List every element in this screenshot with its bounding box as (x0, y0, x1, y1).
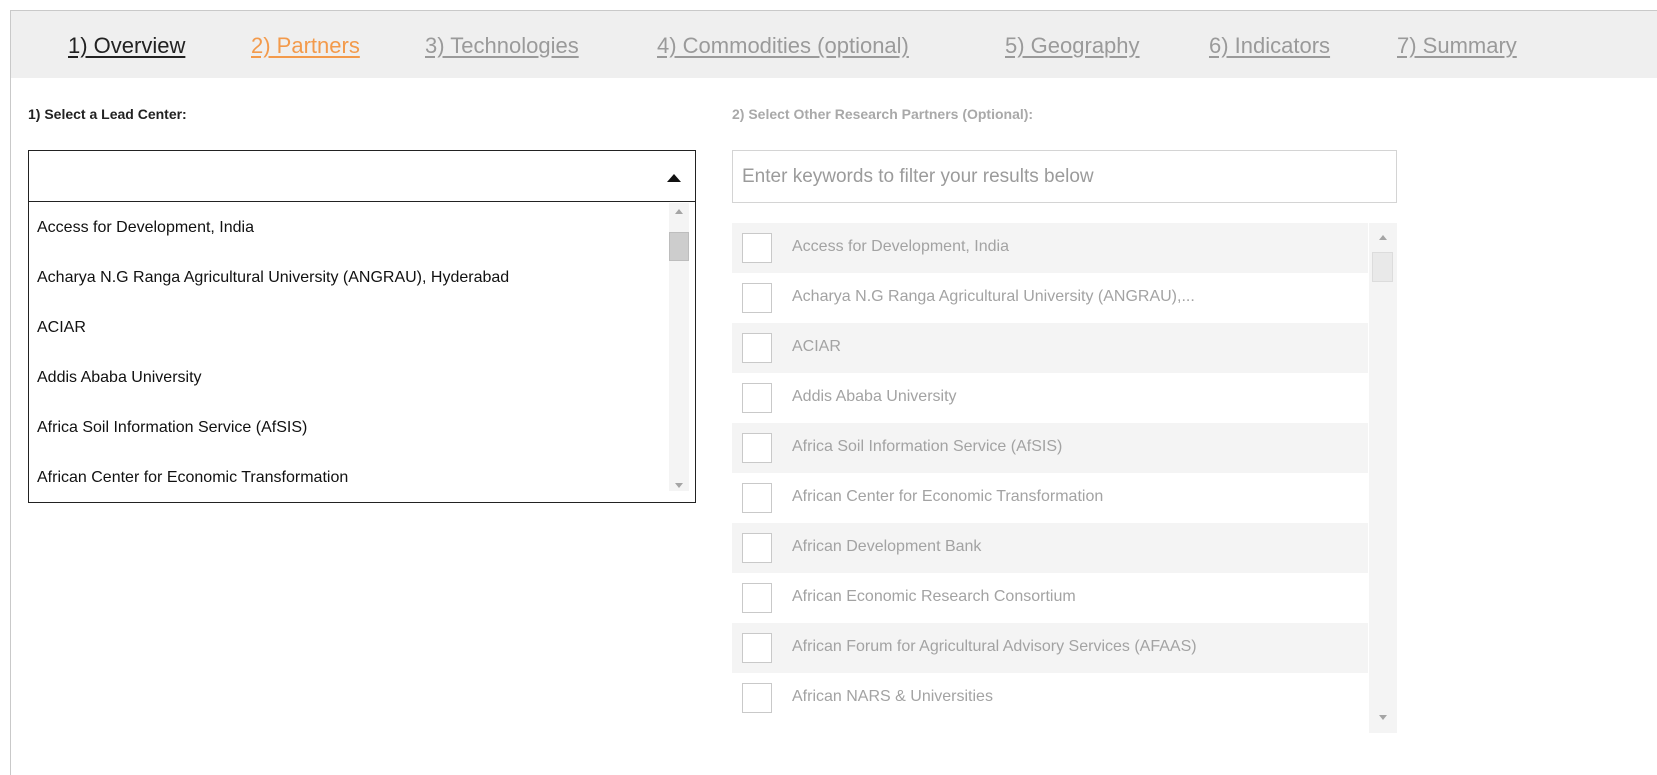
partner-row[interactable]: African Forum for Agricultural Advisory … (732, 623, 1368, 673)
partner-row[interactable]: African Economic Research Consortium (732, 573, 1368, 623)
lead-center-scrollbar[interactable] (669, 203, 689, 491)
tab-commodities[interactable]: 4) Commodities (optional) (657, 33, 909, 59)
partner-row[interactable]: African Development Bank (732, 523, 1368, 573)
caret-up-icon[interactable] (667, 174, 681, 182)
tab-partners[interactable]: 2) Partners (251, 33, 360, 59)
partner-name: African Center for Economic Transformati… (792, 488, 1104, 505)
partners-label: 2) Select Other Research Partners (Optio… (732, 106, 1034, 122)
partner-row[interactable]: African Center for Economic Transformati… (732, 473, 1368, 523)
tab-technologies[interactable]: 3) Technologies (425, 33, 579, 59)
partner-name: Access for Development, India (792, 238, 1009, 255)
partner-checkbox[interactable] (742, 233, 772, 263)
partner-checkbox[interactable] (742, 283, 772, 313)
partners-scrollbar[interactable] (1369, 223, 1397, 733)
partner-checkbox[interactable] (742, 583, 772, 613)
partner-checkbox[interactable] (742, 333, 772, 363)
partner-checkbox[interactable] (742, 633, 772, 663)
lead-center-option[interactable]: Access for Development, India (37, 219, 254, 237)
wizard-frame: 1) Overview 2) Partners 3) Technologies … (10, 10, 1657, 775)
partner-row[interactable]: Africa Soil Information Service (AfSIS) (732, 423, 1368, 473)
wizard-tabbar: 1) Overview 2) Partners 3) Technologies … (11, 11, 1657, 78)
lead-center-option[interactable]: Acharya N.G Ranga Agricultural Universit… (37, 269, 509, 287)
partner-row[interactable]: ACIAR (732, 323, 1368, 373)
partner-name: African Forum for Agricultural Advisory … (792, 638, 1197, 655)
partners-list: Access for Development, India Acharya N.… (732, 223, 1368, 733)
tab-indicators[interactable]: 6) Indicators (1209, 33, 1330, 59)
partner-name: ACIAR (792, 338, 841, 355)
scrollbar-thumb[interactable] (669, 232, 689, 261)
lead-center-select[interactable]: Access for Development, India Acharya N.… (28, 150, 696, 503)
partner-checkbox[interactable] (742, 383, 772, 413)
partner-checkbox[interactable] (742, 483, 772, 513)
lead-center-option[interactable]: Africa Soil Information Service (AfSIS) (37, 419, 307, 437)
lead-center-option[interactable]: ACIAR (37, 319, 86, 337)
partner-row[interactable]: Addis Ababa University (732, 373, 1368, 423)
lead-center-select-input[interactable] (29, 151, 695, 202)
scroll-up-icon[interactable] (675, 209, 683, 214)
scroll-down-icon[interactable] (675, 483, 683, 488)
partner-name: Africa Soil Information Service (AfSIS) (792, 438, 1063, 455)
partners-filter-input[interactable] (732, 150, 1397, 203)
partner-name: Acharya N.G Ranga Agricultural Universit… (792, 288, 1195, 305)
tab-geography[interactable]: 5) Geography (1005, 33, 1140, 59)
lead-center-option[interactable]: Addis Ababa University (37, 369, 202, 387)
scrollbar-thumb[interactable] (1372, 252, 1393, 282)
partner-name: African NARS & Universities (792, 688, 993, 705)
partner-row[interactable]: African NARS & Universities (732, 673, 1368, 723)
partner-checkbox[interactable] (742, 683, 772, 713)
lead-center-option[interactable]: African Center for Economic Transformati… (37, 469, 348, 487)
partner-name: African Economic Research Consortium (792, 588, 1076, 605)
tab-overview[interactable]: 1) Overview (68, 33, 185, 59)
partner-row[interactable]: Acharya N.G Ranga Agricultural Universit… (732, 273, 1368, 323)
partner-name: Addis Ababa University (792, 388, 957, 405)
scroll-down-icon[interactable] (1379, 715, 1387, 720)
partner-checkbox[interactable] (742, 533, 772, 563)
lead-center-label: 1) Select a Lead Center: (28, 106, 187, 122)
partner-row[interactable]: Access for Development, India (732, 223, 1368, 273)
partner-checkbox[interactable] (742, 433, 772, 463)
scroll-up-icon[interactable] (1379, 235, 1387, 240)
partner-name: African Development Bank (792, 538, 982, 555)
tab-summary[interactable]: 7) Summary (1397, 33, 1517, 59)
